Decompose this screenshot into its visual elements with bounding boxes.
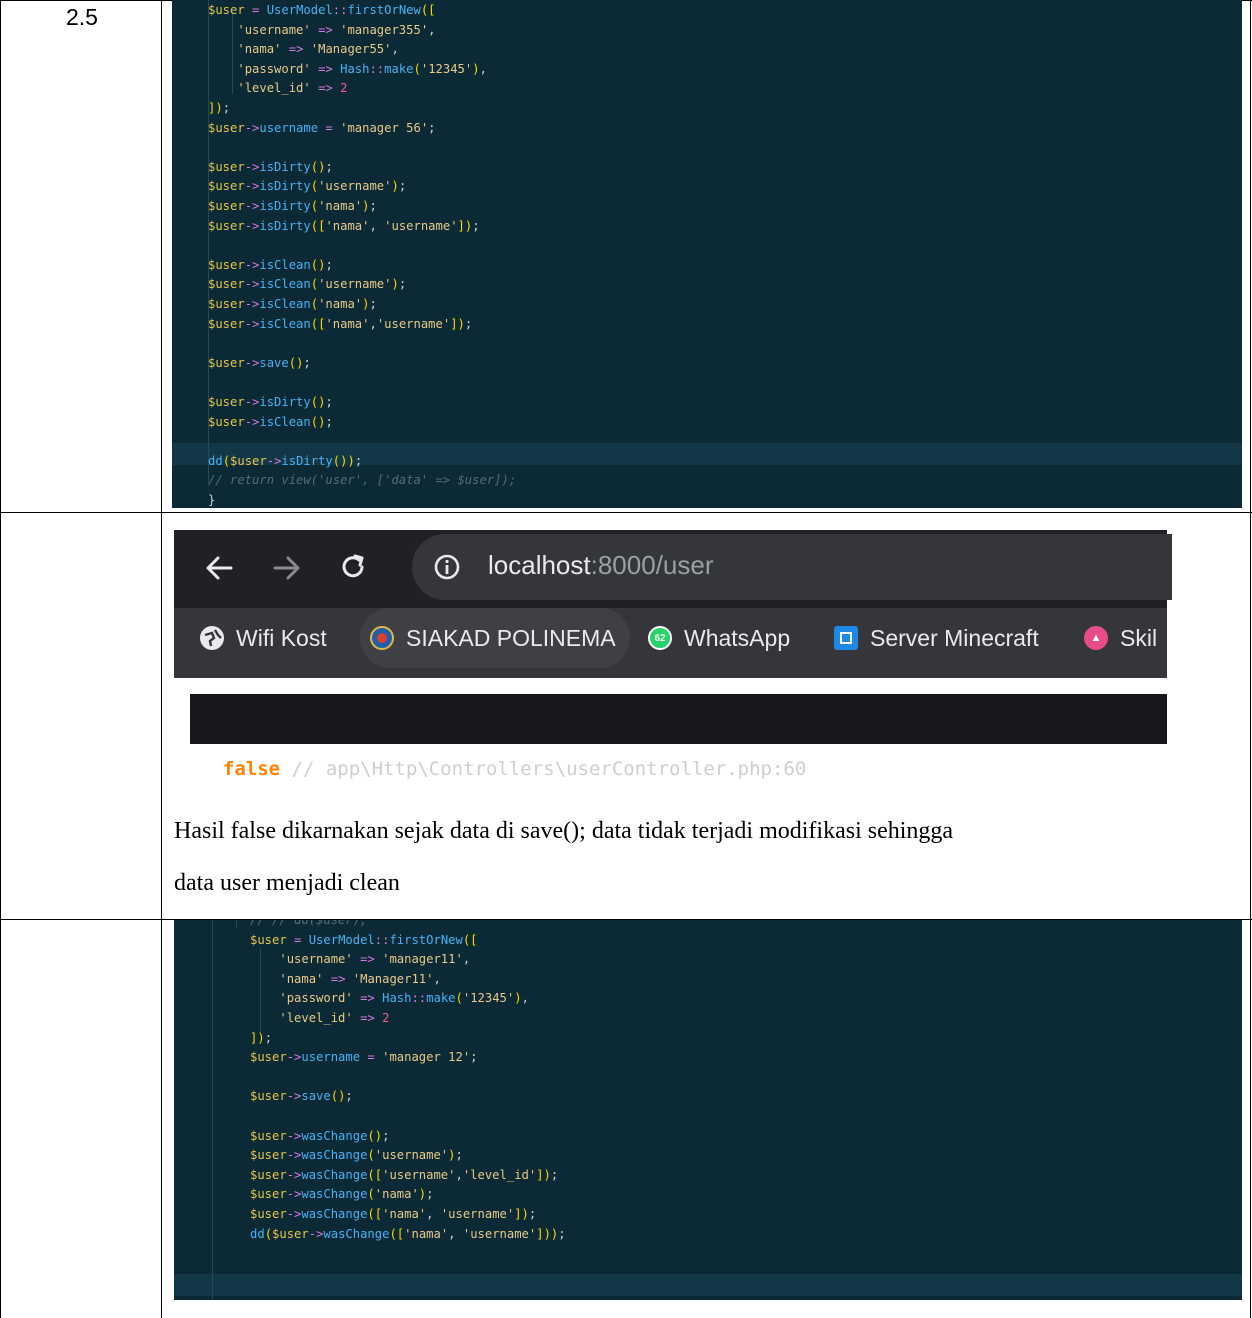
code-line: $user->isClean(); xyxy=(208,414,333,429)
code-line: 'level_id' => 2 xyxy=(279,1011,390,1025)
code-line: $user->wasChange(['username','level_id']… xyxy=(250,1167,559,1182)
code-line: 'level_id' => 2 xyxy=(237,81,348,96)
table-border-right xyxy=(1250,0,1251,1318)
code-line: dd($user->isDirty()); xyxy=(208,453,363,468)
code-line: 'password' => Hash::make('12345'), xyxy=(237,61,487,76)
bookmarks-bar: Wifi Kost SIAKAD POLINEMA 62 WhatsApp Se… xyxy=(174,608,1167,678)
bookmark-whatsapp[interactable]: 62 WhatsApp xyxy=(648,608,790,668)
indent-guide xyxy=(236,920,237,928)
current-line-highlight xyxy=(174,1274,1242,1296)
code-screenshot-1: $user = UserModel::firstOrNew([ 'usernam… xyxy=(172,0,1242,508)
code-line: $user->isClean('username'); xyxy=(208,277,407,292)
code-line: // // dd($user); xyxy=(250,920,368,927)
table-column-divider xyxy=(161,0,162,1318)
explanation-line-2: data user menjadi clean xyxy=(174,870,400,896)
code-line: ]); xyxy=(250,1030,273,1045)
explanation-line-1: Hasil false dikarnakan sejak data di sav… xyxy=(174,818,954,844)
whatsapp-icon: 62 xyxy=(648,626,672,650)
bookmark-label: WhatsApp xyxy=(684,624,791,651)
arrow-right-icon[interactable] xyxy=(272,554,302,582)
url-path: :8000/user xyxy=(590,550,714,580)
code-line: $user->isClean('nama'); xyxy=(208,297,377,311)
code-line: dd($user->wasChange(['nama', 'username']… xyxy=(250,1226,566,1241)
globe-icon xyxy=(200,626,224,650)
code-line: 'nama' => 'Manager11', xyxy=(279,971,441,986)
code-line: 'nama' => 'Manager55', xyxy=(237,42,399,57)
code-line: $user->isDirty('username'); xyxy=(208,179,407,194)
row-number: 2.5 xyxy=(66,4,98,30)
table-border-left xyxy=(0,0,1,1318)
dump-source-comment: // app\Http\Controllers\userController.p… xyxy=(280,758,807,780)
table-row-divider-1 xyxy=(0,512,1252,513)
code-line: 'password' => Hash::make('12345'), xyxy=(279,991,529,1006)
bookmark-label: Server Minecraft xyxy=(870,624,1039,651)
url-text[interactable]: localhost:8000/user xyxy=(488,550,714,581)
dd-output: false // app\Http\Controllers\userContro… xyxy=(190,694,1167,780)
info-icon[interactable] xyxy=(432,552,462,582)
code-line: $user->save(); xyxy=(250,1089,353,1104)
reload-icon[interactable] xyxy=(338,552,368,582)
code-line: $user->wasChange(['nama', 'username']); xyxy=(250,1207,537,1221)
arrow-left-icon[interactable] xyxy=(204,554,234,582)
code-line: 'username' => 'manager355', xyxy=(237,22,436,37)
polinema-logo-icon xyxy=(370,626,394,650)
code-line: ]); xyxy=(208,101,231,115)
code-line: $user->username = 'manager 12'; xyxy=(250,1050,478,1065)
url-host: localhost xyxy=(488,550,591,580)
code-line: $user->wasChange(); xyxy=(250,1128,390,1143)
code-line: $user->username = 'manager 56'; xyxy=(208,120,436,135)
code-line: $user->wasChange('username'); xyxy=(250,1148,463,1163)
code-line: $user = UserModel::firstOrNew([ xyxy=(250,932,478,947)
bookmark-skil[interactable]: ▲ Skil xyxy=(1084,608,1157,668)
code-line: } xyxy=(208,493,216,507)
code-line: $user->isClean(); xyxy=(208,257,333,272)
code-screenshot-2: // // dd($user);$user = UserModel::first… xyxy=(174,920,1242,1300)
code-line: $user->wasChange('nama'); xyxy=(250,1187,434,1202)
bookmark-label: Skil xyxy=(1120,624,1158,651)
skill-icon: ▲ xyxy=(1084,626,1108,650)
indent-guide xyxy=(212,920,213,1300)
code-line: $user->isClean(['nama','username']); xyxy=(208,316,473,331)
code-line: $user->save(); xyxy=(208,355,311,370)
dump-value: false xyxy=(222,758,281,780)
code-line: $user->isDirty(); xyxy=(208,159,333,174)
code-line: $user->isDirty(); xyxy=(208,395,333,409)
code-line: $user->isDirty(['nama', 'username']); xyxy=(208,218,480,233)
bookmark-wifi-kost[interactable]: Wifi Kost xyxy=(200,608,327,668)
code-line: $user->isDirty('nama'); xyxy=(208,199,377,213)
code-line: 'username' => 'manager11', xyxy=(279,952,471,967)
bookmark-server-minecraft[interactable]: Server Minecraft xyxy=(834,608,1039,668)
bookmark-label: Wifi Kost xyxy=(236,624,327,651)
whatsapp-badge: 62 xyxy=(654,632,666,644)
bookmark-label: SIAKAD POLINEMA xyxy=(406,624,616,651)
bookmark-siakad-polinema[interactable]: SIAKAD POLINEMA xyxy=(360,608,630,668)
code-line: // return view('user', ['data' => $user]… xyxy=(208,473,517,488)
server-icon xyxy=(834,626,858,650)
code-line: $user = UserModel::firstOrNew([ xyxy=(208,3,436,17)
